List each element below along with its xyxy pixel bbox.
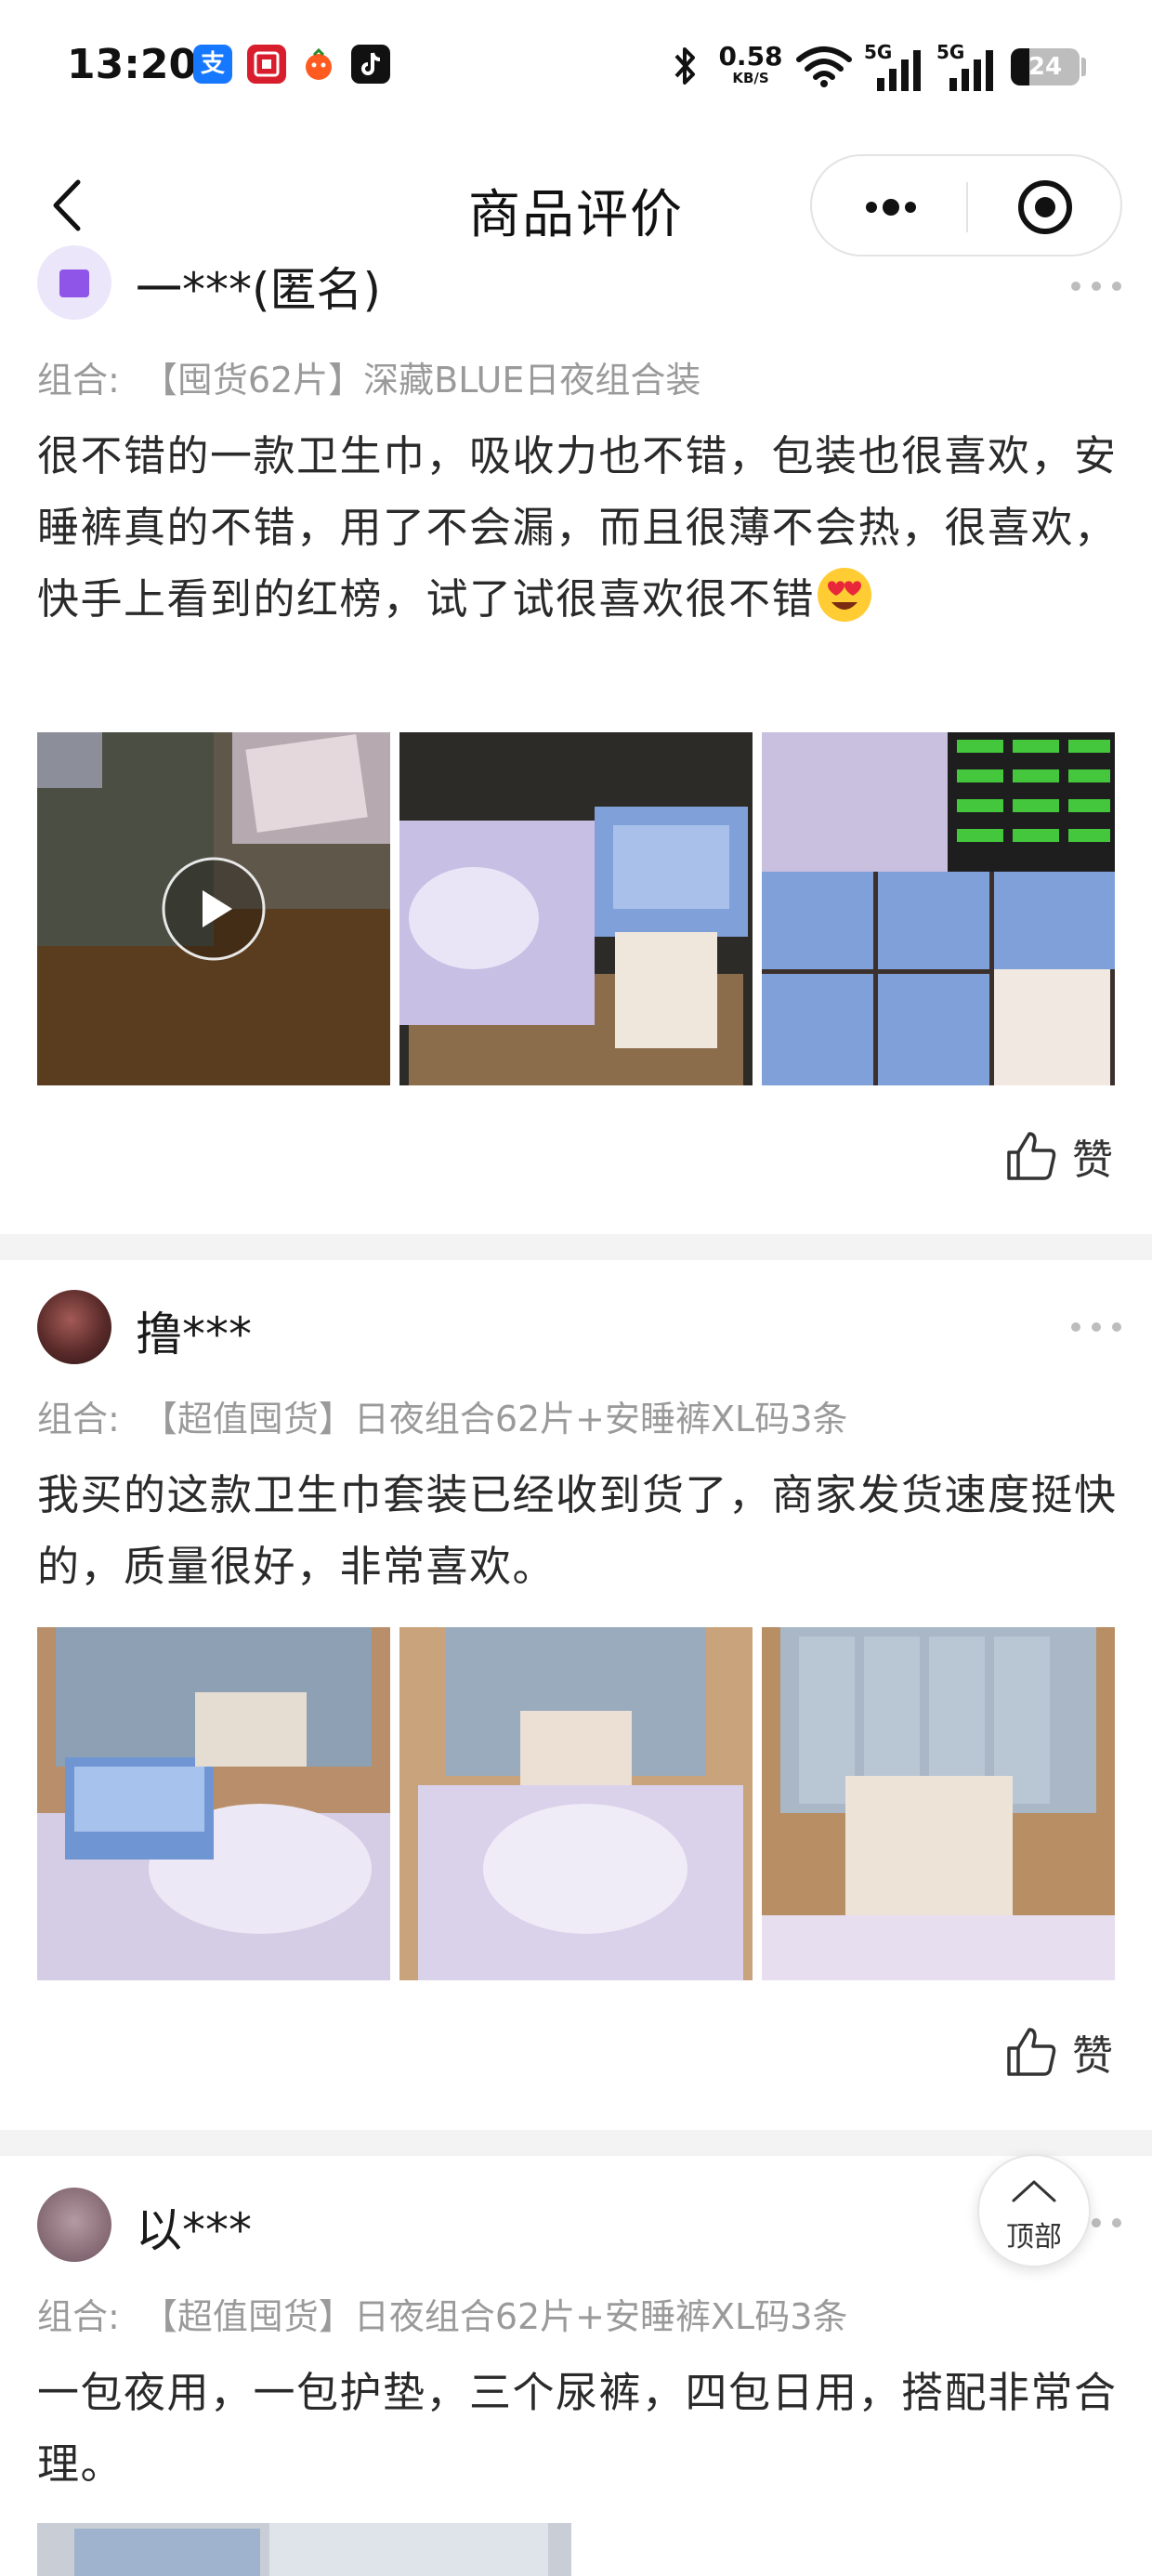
avatar — [37, 1290, 111, 1364]
battery-level: 24 — [1028, 53, 1063, 81]
page-title: 商品评价 — [468, 185, 684, 245]
target-close-icon — [1018, 180, 1072, 234]
review-photo[interactable] — [399, 1627, 753, 1980]
status-time: 13:20 — [67, 41, 198, 88]
wifi-icon — [796, 46, 852, 87]
thumbs-up-icon — [1007, 1132, 1056, 1180]
play-icon[interactable] — [160, 855, 268, 963]
review-photo[interactable] — [762, 1627, 1115, 1980]
review-text: 很不错的一款卫生巾，吸收力也不错，包装也很喜欢，安睡裤真的不错，用了不会漏，而且… — [37, 431, 1118, 624]
combo-value: 【超值囤货】日夜组合62片+安睡裤XL码3条 — [141, 1399, 848, 1439]
back-button[interactable] — [37, 173, 102, 238]
review-text: 我买的这款卫生巾套装已经收到货了，商家发货速度挺快的，质量很好，非常喜欢。 — [37, 1470, 1118, 1591]
review-username: 以*** — [136, 2203, 252, 2257]
more-dots-icon — [866, 199, 916, 216]
like-button[interactable]: 赞 — [1003, 1126, 1124, 1184]
review-photo[interactable] — [762, 732, 1115, 1085]
review-separator — [0, 1234, 1152, 1260]
review-card: 一***(匿名) 组合: 【囤货62片】深藏BLUE日夜组合装 很不错的一款卫生巾… — [0, 245, 1152, 1234]
combo-label: 组合: — [37, 1399, 120, 1439]
review-photo[interactable] — [37, 2523, 571, 2576]
back-to-top-button[interactable]: 顶部 — [977, 2154, 1091, 2267]
more-options-icon[interactable] — [1068, 1318, 1124, 1336]
bank-icon — [247, 45, 286, 84]
review-card: 撸*** 组合: 【超值囤货】日夜组合62片+安睡裤XL码3条 我买的这款卫生巾套… — [0, 1260, 1152, 2130]
combo-value: 【囤货62片】深藏BLUE日夜组合装 — [141, 360, 701, 401]
review-content: 一包夜用，一包护垫，三个尿裤，四包日用，搭配非常合理。 — [37, 2357, 1119, 2500]
cellular-signal-1: 5G — [864, 41, 929, 91]
review-text: 一包夜用，一包护垫，三个尿裤，四包日用，搭配非常合理。 — [37, 2368, 1118, 2489]
review-content: 很不错的一款卫生巾，吸收力也不错，包装也很喜欢，安睡裤真的不错，用了不会漏，而且… — [37, 420, 1119, 635]
capsule-divider — [966, 182, 968, 232]
like-label: 赞 — [1072, 2032, 1113, 2080]
more-button[interactable] — [849, 175, 933, 240]
review-photo[interactable] — [399, 732, 753, 1085]
thumbs-up-icon — [1007, 2028, 1056, 2076]
status-bar: 13:20 支 0.58 KB/S 5G 5G 24 — [0, 0, 1152, 139]
like-button[interactable]: 赞 — [1003, 2022, 1124, 2080]
review-photo[interactable] — [37, 1627, 390, 1980]
review-username: 撸*** — [136, 1308, 252, 1361]
back-to-top-label: 顶部 — [1006, 2221, 1062, 2254]
combo-label: 组合: — [37, 360, 120, 401]
review-combo: 组合: 【超值囤货】日夜组合62片+安睡裤XL码3条 — [37, 1390, 847, 1441]
alipay-icon: 支 — [193, 45, 232, 84]
bluetooth-icon — [674, 47, 695, 85]
heart-eyes-emoji-icon — [818, 568, 872, 622]
close-mini-program-button[interactable] — [1015, 177, 1076, 238]
chevron-left-icon — [53, 179, 81, 231]
review-separator — [0, 2130, 1152, 2156]
combo-value: 【超值囤货】日夜组合62片+安睡裤XL码3条 — [141, 2296, 848, 2337]
cellular-signal-2: 5G — [936, 41, 1001, 91]
review-username: 一***(匿名) — [136, 263, 382, 317]
battery-icon: 24 — [1011, 48, 1080, 85]
network-speed-value: 0.58 — [718, 41, 783, 72]
mini-program-capsule — [810, 154, 1122, 256]
shop-icon — [299, 45, 338, 84]
network-speed: 0.58 KB/S — [715, 41, 786, 86]
chevron-up-icon — [1012, 2180, 1056, 2202]
signal-bars-icon — [949, 50, 993, 91]
signal-bars-icon — [877, 50, 921, 91]
review-video-thumbnail[interactable] — [37, 732, 390, 1085]
avatar — [37, 2188, 111, 2262]
battery-tip — [1081, 58, 1086, 76]
like-label: 赞 — [1072, 1137, 1113, 1184]
douyin-icon — [351, 45, 390, 84]
review-combo: 组合: 【超值囤货】日夜组合62片+安睡裤XL码3条 — [37, 2288, 847, 2339]
avatar — [37, 245, 111, 320]
more-options-icon[interactable] — [1068, 277, 1124, 296]
network-speed-unit: KB/S — [732, 70, 769, 86]
review-combo: 组合: 【囤货62片】深藏BLUE日夜组合装 — [37, 351, 700, 402]
combo-label: 组合: — [37, 2296, 120, 2337]
review-content: 我买的这款卫生巾套装已经收到货了，商家发货速度挺快的，质量很好，非常喜欢。 — [37, 1459, 1119, 1602]
